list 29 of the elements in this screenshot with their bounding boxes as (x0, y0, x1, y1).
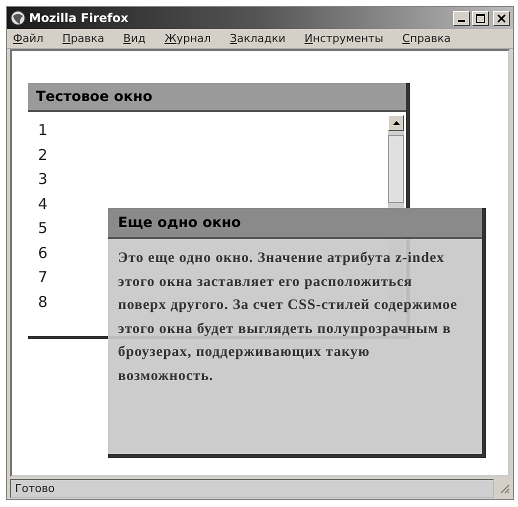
line-number: 1 (38, 120, 48, 141)
scroll-thumb[interactable] (388, 135, 404, 203)
line-number: 8 (38, 292, 48, 312)
overlay-window-text: Это еще одно окно. Значение атрибута z-index этого окна заставляет его расположиться поверх другого. За счет CSS-стилей содержимое этого окна будет выглядеть полупрозрачным в броузерах, поддерживающих такую возможность. (118, 249, 458, 386)
test-window-title: Тестовое окно (28, 83, 406, 112)
line-number: 3 (38, 169, 48, 190)
close-icon (497, 14, 506, 22)
line-number: 5 (38, 218, 48, 239)
line-number: 7 (38, 267, 48, 288)
menu-item[interactable]: Файл (13, 32, 44, 45)
menu-item[interactable]: Справка (402, 32, 451, 45)
menu-item[interactable]: Закладки (230, 32, 286, 45)
overlay-window-title: Еще одно окно (108, 208, 482, 239)
menu-item[interactable]: Правка (62, 32, 104, 45)
menu-item[interactable]: Журнал (164, 32, 211, 45)
close-button[interactable] (493, 10, 510, 26)
up-arrow-icon (392, 121, 400, 125)
maximize-button[interactable] (472, 10, 489, 26)
scroll-up-button[interactable] (388, 115, 404, 131)
menu-item[interactable]: Вид (123, 32, 146, 45)
window-title: Mozilla Firefox (29, 11, 128, 25)
line-number: 6 (38, 242, 48, 264)
line-number: 2 (38, 144, 48, 166)
menu-item[interactable]: Инструменты (304, 32, 384, 45)
minimize-button[interactable] (453, 10, 470, 26)
status-text: Готово (10, 478, 494, 498)
maximize-icon (476, 14, 485, 22)
resize-grip-icon (498, 482, 510, 494)
line-number: 4 (38, 194, 48, 214)
